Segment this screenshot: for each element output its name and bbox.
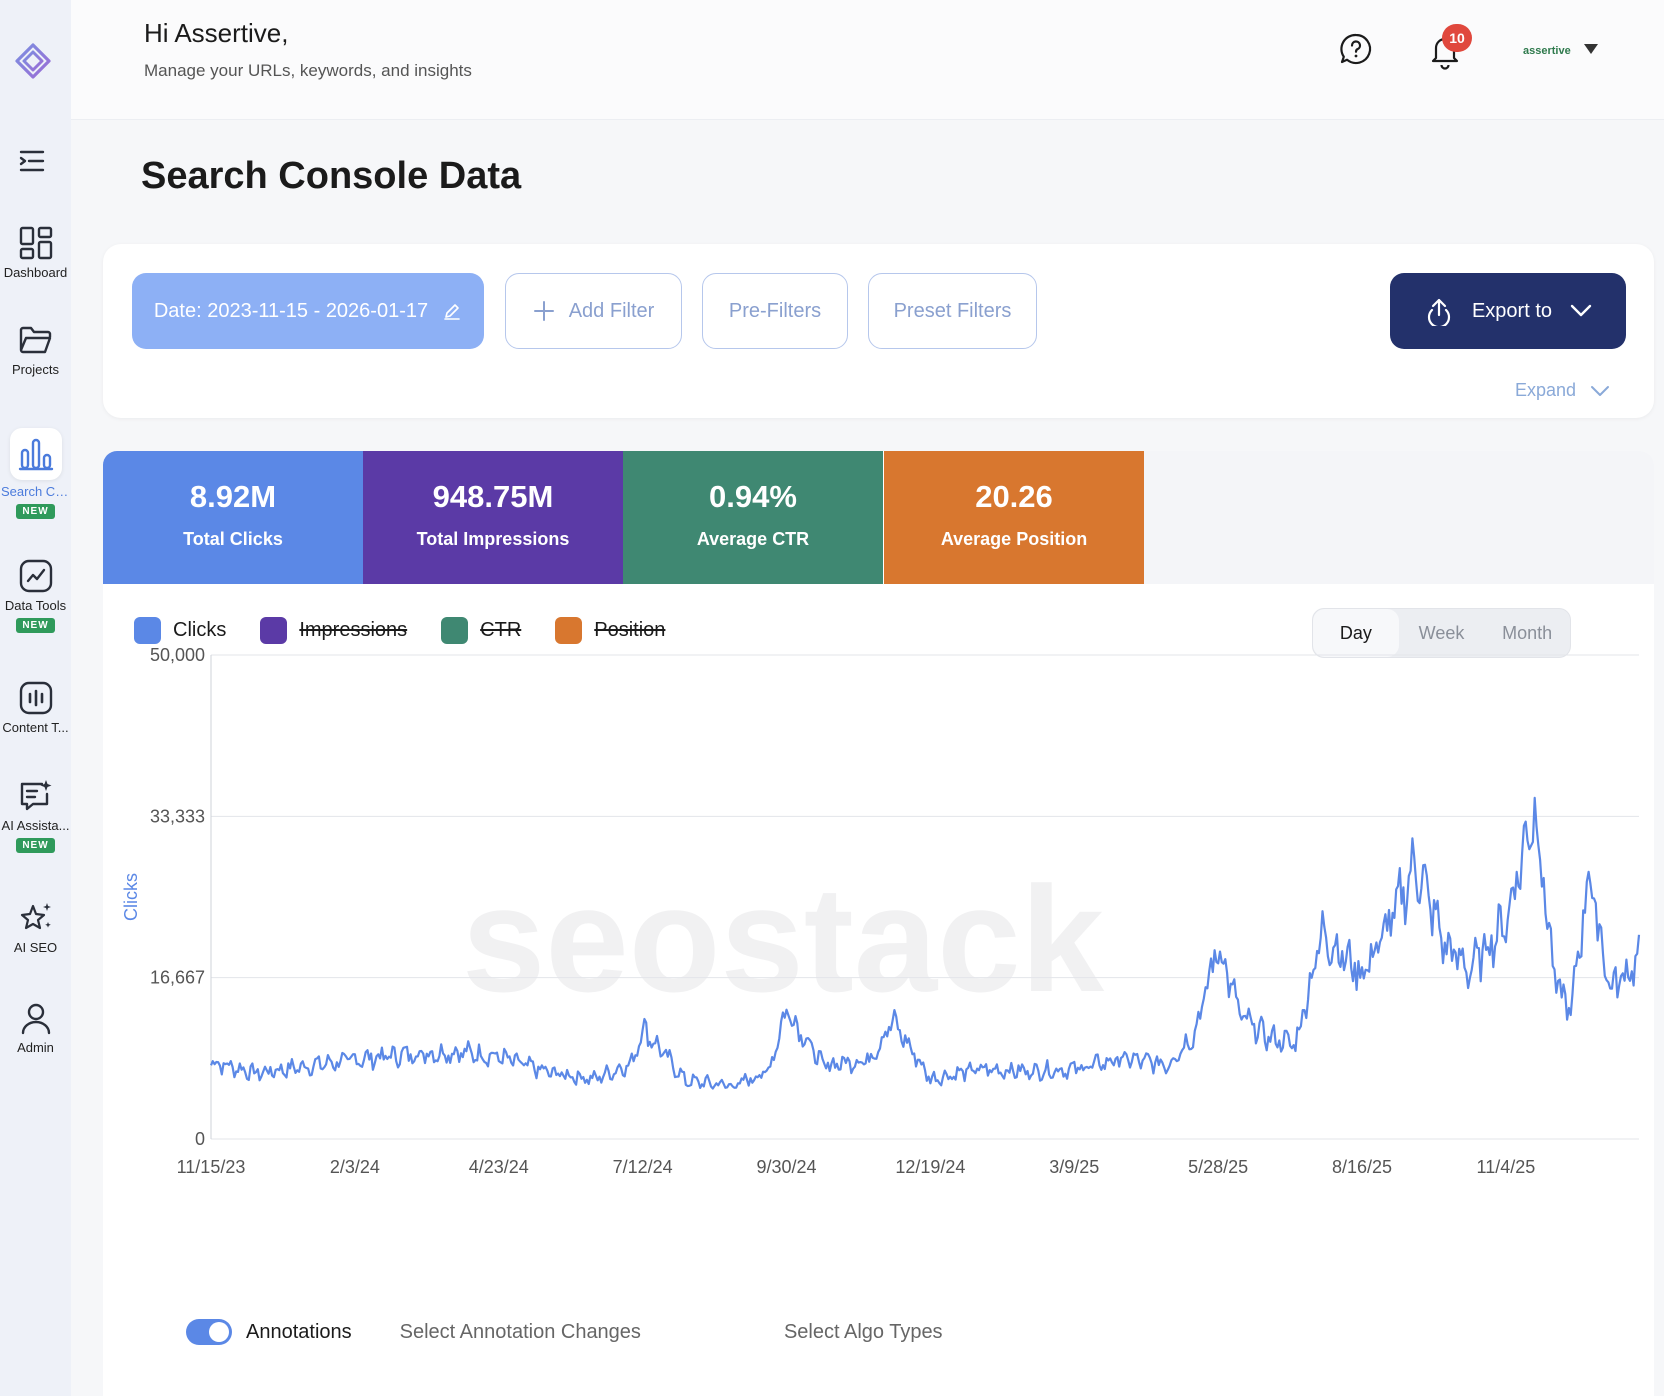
sidebar-item-label: Search Co... bbox=[1, 484, 71, 499]
seostack-logo-icon[interactable] bbox=[13, 42, 53, 84]
content-icon bbox=[19, 681, 52, 715]
x-tick-label: 11/4/25 bbox=[1477, 1157, 1536, 1177]
annotations-row: Annotations Select Annotation Changes Se… bbox=[186, 1319, 1086, 1345]
x-tick-label: 7/12/24 bbox=[613, 1157, 673, 1177]
toggle-knob bbox=[209, 1322, 229, 1342]
sidebar-item-label: Admin bbox=[17, 1040, 54, 1055]
preset-filters-button[interactable]: Preset Filters bbox=[868, 273, 1037, 349]
y-tick-label: 0 bbox=[195, 1129, 205, 1149]
sparkle-star-icon bbox=[20, 903, 51, 930]
sidebar-item-search-console[interactable]: Search Co... NEW bbox=[0, 428, 71, 519]
clicks-line-chart[interactable]: seostack 0 16,667 33,333 50,000 11/15/23 2/3… bbox=[103, 451, 1654, 1311]
new-badge: NEW bbox=[16, 618, 55, 633]
expand-toggle[interactable]: Expand bbox=[1515, 380, 1610, 401]
expand-label: Expand bbox=[1515, 380, 1577, 400]
dashboard-icon bbox=[19, 226, 52, 260]
help-icon[interactable] bbox=[1339, 32, 1373, 66]
pre-filters-button[interactable]: Pre-Filters bbox=[702, 273, 848, 349]
sidebar-item-label: AI Assista... bbox=[1, 818, 70, 833]
annotations-toggle-switch[interactable] bbox=[186, 1319, 232, 1345]
edit-pencil-icon bbox=[444, 304, 460, 320]
upload-icon bbox=[1427, 298, 1451, 326]
user-menu-name[interactable]: assertive bbox=[1523, 45, 1571, 57]
y-tick-label: 33,333 bbox=[150, 806, 205, 826]
greeting-subtitle: Manage your URLs, keywords, and insights bbox=[144, 61, 472, 80]
pre-filters-label: Pre-Filters bbox=[728, 299, 822, 322]
new-badge: NEW bbox=[16, 838, 55, 853]
filter-card: Date: 2023-11-15 - 2026-01-17 Add Filter… bbox=[103, 244, 1654, 418]
chevron-down-icon bbox=[1591, 385, 1610, 396]
notification-count-badge: 10 bbox=[1442, 24, 1472, 52]
export-label: Export to bbox=[1471, 299, 1553, 322]
sidebar-item-ai-seo[interactable]: AI SEO bbox=[0, 900, 71, 955]
sidebar-item-data-tools[interactable]: Data Tools NEW bbox=[0, 558, 71, 633]
ai-chat-icon bbox=[20, 780, 51, 811]
sidebar-item-label: Content T... bbox=[2, 720, 69, 735]
select-annotation-changes-dropdown[interactable]: Select Annotation Changes bbox=[400, 1321, 641, 1344]
top-header: Hi Assertive, Manage your URLs, keywords… bbox=[71, 0, 1664, 120]
x-tick-label: 3/9/25 bbox=[1049, 1157, 1099, 1177]
folder-icon bbox=[19, 326, 51, 354]
sidebar-item-label: Projects bbox=[12, 362, 59, 377]
date-range-label: Date: 2023-11-15 - 2026-01-17 bbox=[153, 299, 429, 322]
x-axis-ticks: 11/15/23 2/3/24 4/23/24 7/12/24 9/30/24 12/19… bbox=[177, 1157, 1536, 1177]
x-tick-label: 5/28/25 bbox=[1188, 1157, 1248, 1177]
page-title: Search Console Data bbox=[141, 155, 522, 197]
export-button[interactable]: Export to bbox=[1390, 273, 1626, 349]
line-chart-icon bbox=[19, 559, 52, 593]
annotations-label: Annotations bbox=[246, 1320, 352, 1343]
x-tick-label: 12/19/24 bbox=[895, 1157, 965, 1177]
new-badge: NEW bbox=[16, 504, 55, 519]
sidebar-item-dashboard[interactable]: Dashboard bbox=[0, 225, 71, 280]
y-tick-label: 16,667 bbox=[150, 968, 205, 988]
menu-toggle-icon[interactable] bbox=[18, 148, 46, 174]
caret-down-icon[interactable] bbox=[1584, 44, 1598, 54]
sidebar-item-admin[interactable]: Admin bbox=[0, 1000, 71, 1055]
chevron-down-icon bbox=[1570, 304, 1592, 317]
stats-and-chart-panel: 8.92M Total Clicks 948.75M Total Impress… bbox=[103, 451, 1654, 1396]
sidebar-item-ai-assistant[interactable]: AI Assista... NEW bbox=[0, 778, 71, 853]
x-tick-label: 2/3/24 bbox=[330, 1157, 380, 1177]
x-tick-label: 9/30/24 bbox=[756, 1157, 816, 1177]
add-filter-label: Add Filter bbox=[568, 299, 655, 322]
x-tick-label: 4/23/24 bbox=[469, 1157, 529, 1177]
y-tick-label: 50,000 bbox=[150, 645, 205, 665]
x-tick-label: 11/15/23 bbox=[177, 1157, 246, 1177]
sidebar-item-projects[interactable]: Projects bbox=[0, 322, 71, 377]
date-range-button[interactable]: Date: 2023-11-15 - 2026-01-17 bbox=[132, 273, 484, 349]
user-icon bbox=[21, 1003, 50, 1035]
select-algo-types-dropdown[interactable]: Select Algo Types bbox=[784, 1321, 943, 1344]
x-tick-label: 8/16/25 bbox=[1332, 1157, 1392, 1177]
y-axis-ticks: 0 16,667 33,333 50,000 bbox=[150, 645, 205, 1149]
plus-icon bbox=[533, 301, 554, 321]
sidebar-item-label: Dashboard bbox=[3, 265, 68, 280]
preset-filters-label: Preset Filters bbox=[893, 299, 1012, 322]
greeting: Hi Assertive, bbox=[144, 18, 289, 48]
y-axis-label: Clicks bbox=[121, 873, 141, 921]
bar-chart-icon bbox=[18, 438, 53, 471]
sidebar-item-label: AI SEO bbox=[13, 940, 58, 955]
sidebar: Dashboard Projects Search Co... NEW Data… bbox=[0, 0, 71, 1396]
active-nav-highlight bbox=[9, 428, 62, 480]
chart-watermark: seostack bbox=[462, 855, 1105, 1023]
sidebar-item-label: Data Tools bbox=[4, 598, 67, 613]
sidebar-item-content-tools[interactable]: Content T... bbox=[0, 680, 71, 735]
add-filter-button[interactable]: Add Filter bbox=[505, 273, 682, 349]
